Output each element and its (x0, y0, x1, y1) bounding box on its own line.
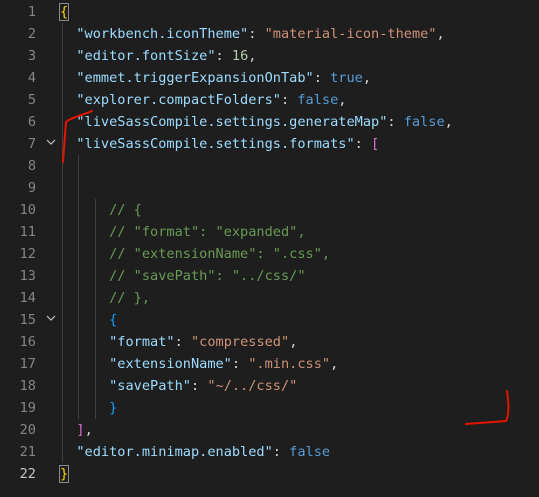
red-annotation-marks (62, 110, 510, 425)
red-bracket-mark-right (465, 390, 510, 425)
red-bracket-mark-left (62, 110, 93, 163)
